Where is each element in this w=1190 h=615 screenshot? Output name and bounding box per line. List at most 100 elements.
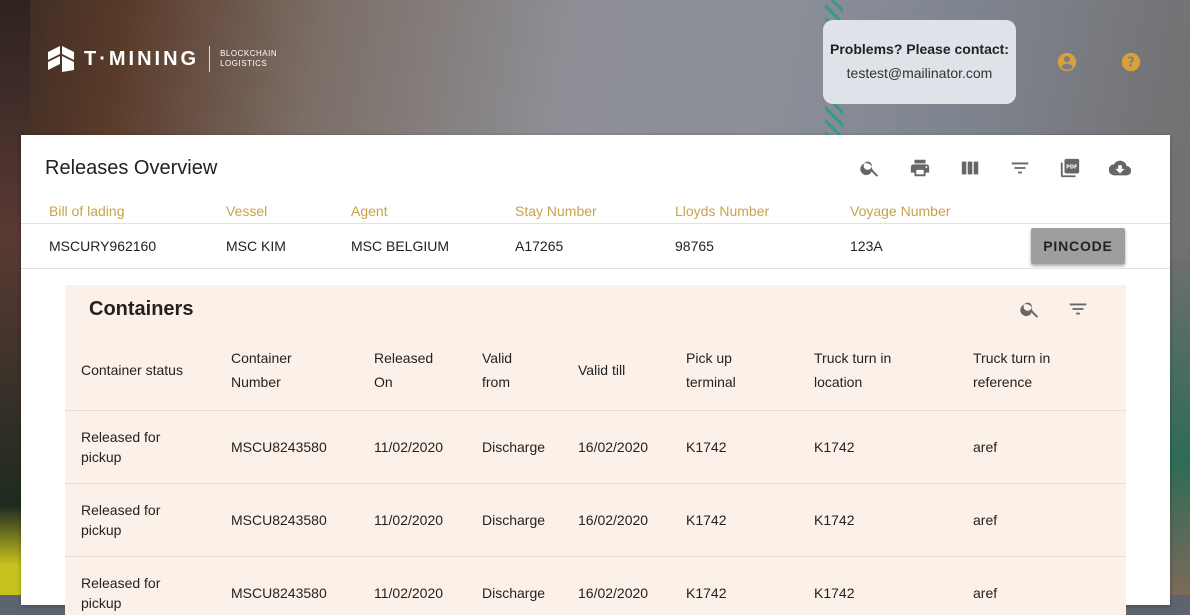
page-title: Releases Overview	[45, 157, 218, 179]
header-divider	[21, 223, 1170, 224]
background-right-edge	[1168, 260, 1190, 595]
th-truck-turn-in-reference[interactable]: Truck turn in reference	[973, 346, 1050, 394]
brand-tagline-line2: LOGISTICS	[220, 59, 268, 68]
search-icon	[860, 161, 879, 177]
th-line1: Released	[374, 350, 434, 366]
containers-filter-button[interactable]	[1067, 298, 1089, 320]
brand-name: T·MINING	[84, 47, 200, 70]
cell-tti-location: K1742	[814, 439, 855, 455]
th-container-number[interactable]: Container Number	[231, 346, 292, 394]
svg-text:?: ?	[1127, 56, 1134, 71]
th-line2: terminal	[686, 374, 736, 390]
cell-valid-from: Discharge	[482, 512, 546, 528]
row-divider	[21, 268, 1170, 269]
contact-email[interactable]: testest@mailinator.com	[823, 65, 1016, 81]
cell-pick-up-terminal: K1742	[686, 439, 727, 455]
cell-status: Released for pickup	[81, 427, 160, 467]
cell-container-number: MSCU8243580	[231, 512, 327, 528]
agent-value: MSC BELGIUM	[351, 238, 450, 254]
cell-status: Released for pickup	[81, 573, 160, 613]
table-divider	[65, 410, 1126, 411]
cell-released-on: 11/02/2020	[374, 439, 444, 455]
th-line1: Truck turn in	[814, 350, 892, 366]
logo-divider	[209, 46, 211, 72]
th-line2: reference	[973, 374, 1033, 390]
print-icon	[910, 159, 930, 177]
cell-released-on: 11/02/2020	[374, 512, 444, 528]
download-button[interactable]	[1095, 155, 1145, 181]
cell-pick-up-terminal: K1742	[686, 512, 727, 528]
search-button[interactable]	[845, 155, 895, 181]
vessel-value: MSC KIM	[226, 238, 286, 254]
row-divider	[65, 556, 1126, 557]
col-bill-of-lading[interactable]: Bill of lading	[49, 203, 125, 219]
cell-tti-location: K1742	[814, 585, 855, 601]
contact-tooltip: Problems? Please contact: testest@mailin…	[823, 20, 1016, 104]
pincode-button[interactable]: PINCODE	[1031, 228, 1125, 264]
status-line2: pickup	[81, 449, 122, 465]
status-line1: Released for	[81, 502, 161, 518]
th-truck-turn-in-location[interactable]: Truck turn in location	[814, 346, 891, 394]
pdf-export-button[interactable]: PDF	[1045, 155, 1095, 181]
th-line1: Container	[231, 350, 292, 366]
containers-title: Containers	[89, 298, 194, 320]
cell-valid-till: 16/02/2020	[578, 585, 649, 601]
print-button[interactable]	[895, 155, 945, 181]
tmining-logo-icon	[48, 46, 74, 72]
cell-status: Released for pickup	[81, 500, 160, 540]
cell-tti-reference: aref	[973, 439, 998, 455]
status-line1: Released for	[81, 575, 161, 591]
containers-panel: Containers Container status Container Num…	[65, 285, 1126, 615]
stay-number-value: A17265	[515, 238, 564, 254]
col-vessel[interactable]: Vessel	[226, 203, 267, 219]
cell-valid-till: 16/02/2020	[578, 439, 649, 455]
status-line2: pickup	[81, 595, 122, 611]
pdf-icon: PDF	[1060, 158, 1080, 178]
lloyds-number-value: 98765	[675, 238, 714, 254]
cell-tti-location: K1742	[814, 512, 855, 528]
brand-tagline-line1: BLOCKCHAIN	[220, 49, 278, 58]
account-circle-icon[interactable]	[1056, 51, 1078, 73]
th-container-status[interactable]: Container status	[81, 358, 183, 382]
help-circle-icon[interactable]: ?	[1120, 51, 1142, 73]
view-columns-button[interactable]	[945, 155, 995, 181]
cell-valid-till: 16/02/2020	[578, 512, 649, 528]
status-line1: Released for	[81, 429, 161, 445]
th-line2: Number	[231, 374, 281, 390]
cell-container-number: MSCU8243580	[231, 585, 327, 601]
filter-icon	[1011, 162, 1029, 174]
cell-valid-from: Discharge	[482, 585, 546, 601]
th-valid-till[interactable]: Valid till	[578, 358, 625, 382]
releases-card: Releases Overview PDF Bill of lading Ves…	[21, 135, 1170, 615]
th-released-on[interactable]: Released On	[374, 346, 433, 394]
cell-released-on: 11/02/2020	[374, 585, 444, 601]
search-icon	[1020, 302, 1039, 318]
brand-logo[interactable]: T·MINING BLOCKCHAIN LOGISTICS	[46, 44, 277, 74]
cell-valid-from: Discharge	[482, 439, 546, 455]
releases-toolbar: PDF	[845, 155, 1145, 181]
cell-pick-up-terminal: K1742	[686, 585, 727, 601]
th-container-status-label: Container status	[81, 362, 183, 378]
cell-tti-reference: aref	[973, 512, 998, 528]
th-line2: from	[482, 374, 510, 390]
th-valid-till-label: Valid till	[578, 362, 626, 378]
filter-button[interactable]	[995, 155, 1045, 181]
bill-of-lading-value: MSCURY962160	[49, 238, 157, 254]
contact-heading: Problems? Please contact:	[830, 41, 1009, 57]
containers-search-button[interactable]	[1019, 298, 1041, 320]
col-agent[interactable]: Agent	[351, 203, 388, 219]
th-valid-from[interactable]: Valid from	[482, 346, 512, 394]
cell-tti-reference: aref	[973, 585, 998, 601]
svg-text:PDF: PDF	[1066, 164, 1078, 170]
col-voyage-number[interactable]: Voyage Number	[850, 203, 950, 219]
view-column-icon	[961, 161, 979, 175]
th-line1: Truck turn in	[973, 350, 1051, 366]
col-stay-number[interactable]: Stay Number	[515, 203, 597, 219]
th-line1: Pick up	[686, 350, 732, 366]
col-lloyds-number[interactable]: Lloyds Number	[675, 203, 769, 219]
voyage-number-value: 123A	[850, 238, 883, 254]
filter-icon	[1069, 303, 1087, 315]
brand-tagline: BLOCKCHAIN LOGISTICS	[220, 49, 277, 69]
th-pick-up-terminal[interactable]: Pick up terminal	[686, 346, 736, 394]
row-divider	[65, 483, 1126, 484]
